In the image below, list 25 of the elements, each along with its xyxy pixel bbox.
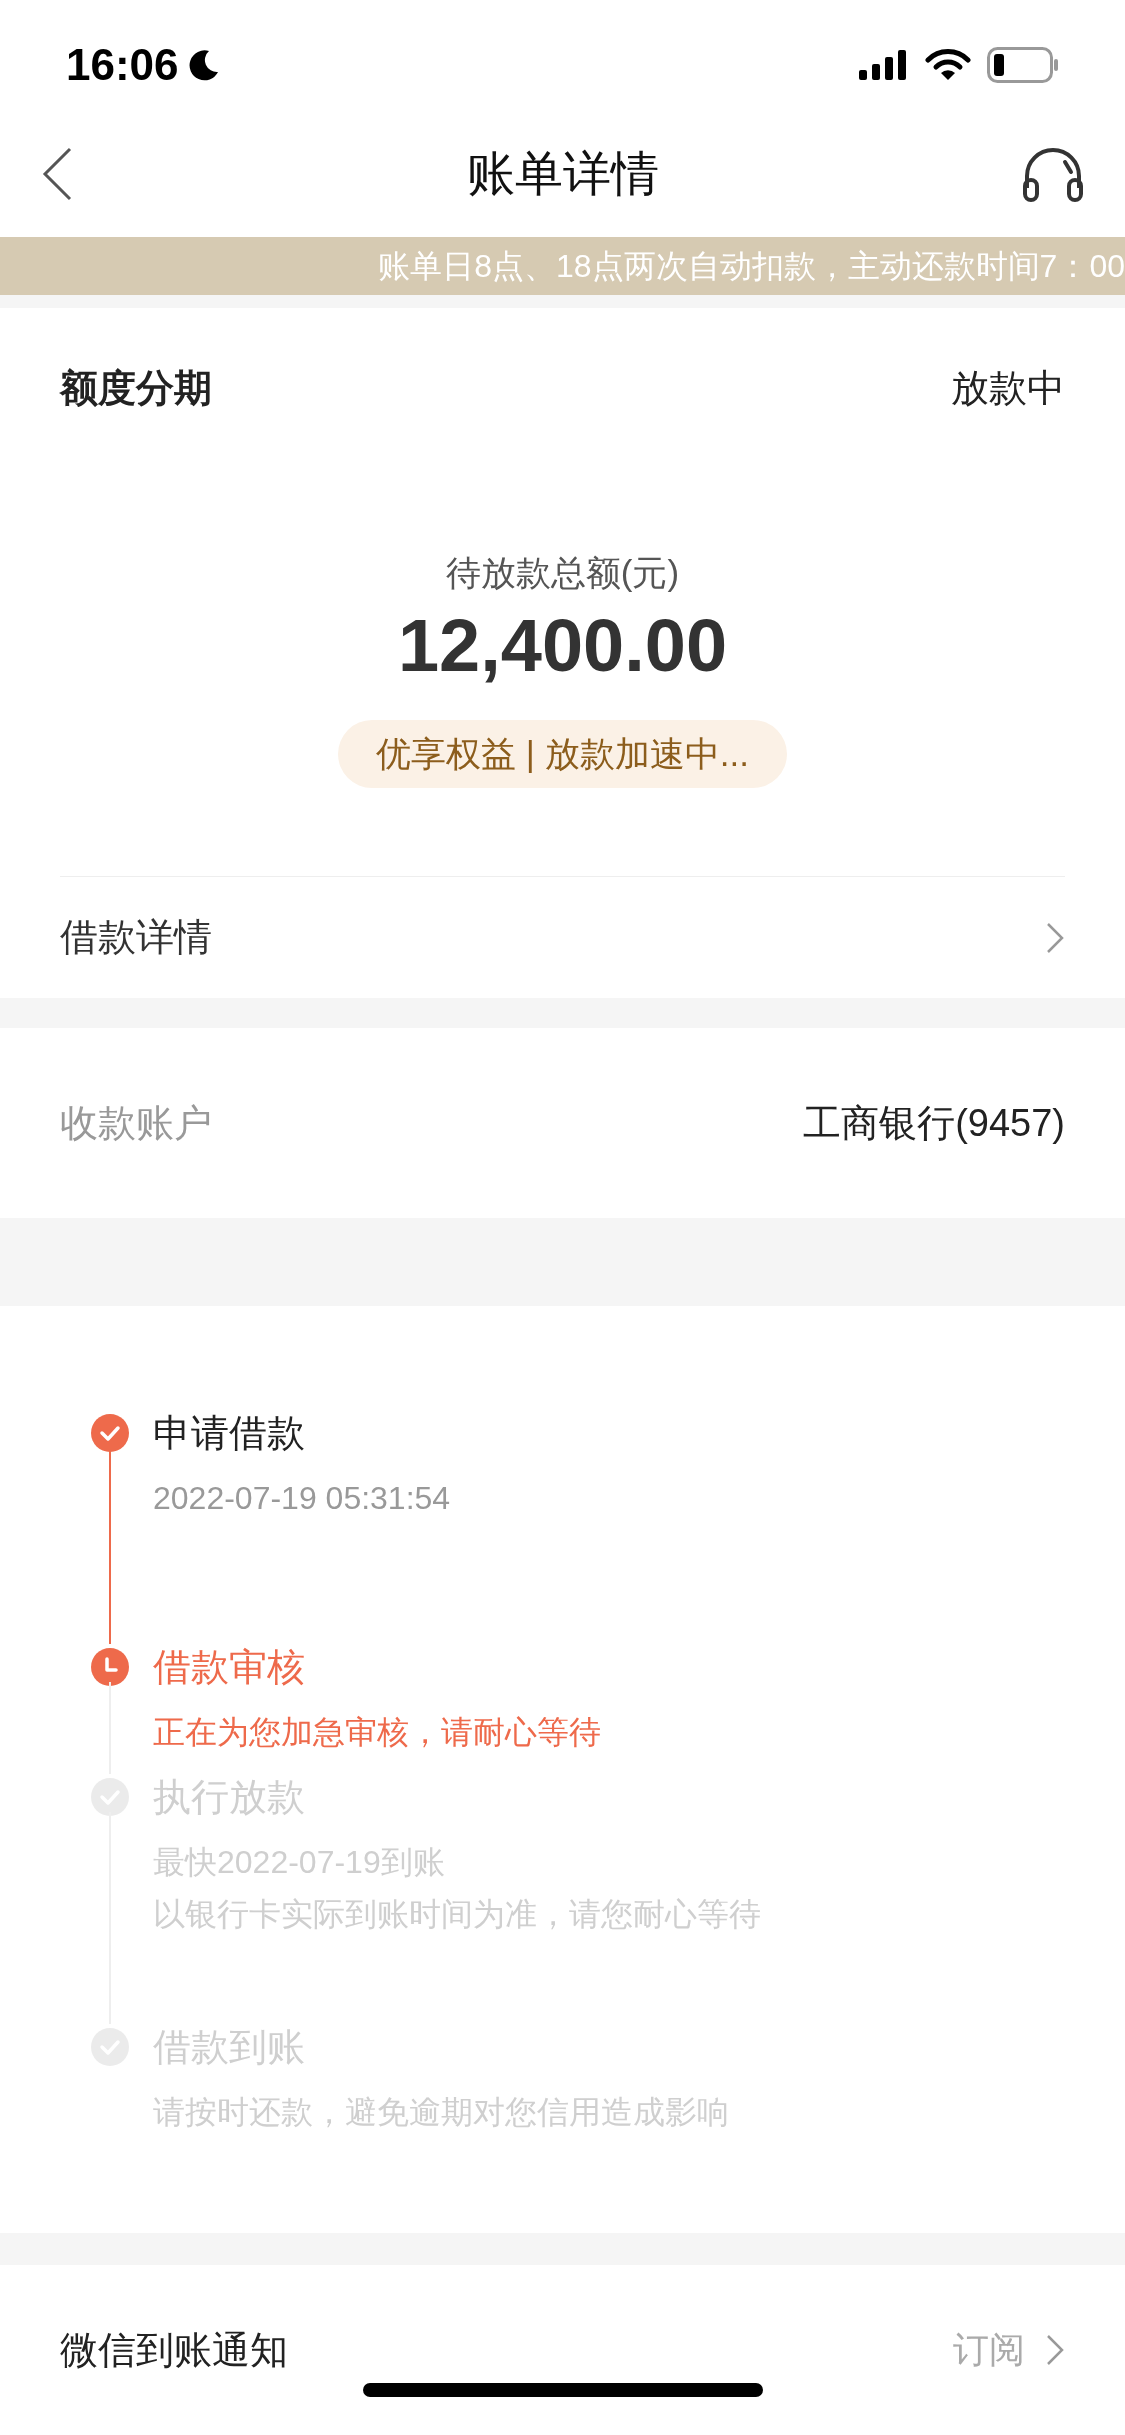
back-icon[interactable] <box>40 145 74 202</box>
status-time: 16:06 <box>66 39 179 91</box>
notify-label: 微信到账通知 <box>60 2327 288 2373</box>
detail-row[interactable]: 借款详情 <box>60 876 1065 998</box>
amount-label: 待放款总额(元) <box>445 552 680 594</box>
benefit-badge: 优享权益 | 放款加速中... <box>338 720 787 788</box>
loan-type: 额度分期 <box>60 366 212 411</box>
notify-row[interactable]: 微信到账通知 订阅 <box>0 2265 1125 2435</box>
step-title: 申请借款 <box>153 1411 306 1456</box>
chevron-right-icon <box>1045 920 1065 955</box>
detail-label: 借款详情 <box>60 915 212 960</box>
battery-icon <box>987 47 1059 83</box>
account-label: 收款账户 <box>60 1100 212 1146</box>
chevron-right-icon <box>1045 2333 1065 2367</box>
step-description: 正在为您加急审核，请耐心等待 <box>153 1713 601 1752</box>
account-value: 工商银行(9457) <box>803 1100 1065 1146</box>
loan-status: 放款中 <box>951 366 1065 411</box>
headset-icon[interactable] <box>1021 145 1085 202</box>
step-description: 2022-07-19 05:31:54 <box>153 1479 451 1518</box>
step-title: 借款审核 <box>153 1645 306 1690</box>
wifi-icon <box>925 48 971 82</box>
signal-icon <box>859 48 909 82</box>
notice-banner: 账单日8点、18点两次自动扣款，主动还款时间7：00 <box>0 237 1125 295</box>
amount-value: 12,400.00 <box>397 602 728 689</box>
page-title: 账单详情 <box>466 145 659 202</box>
